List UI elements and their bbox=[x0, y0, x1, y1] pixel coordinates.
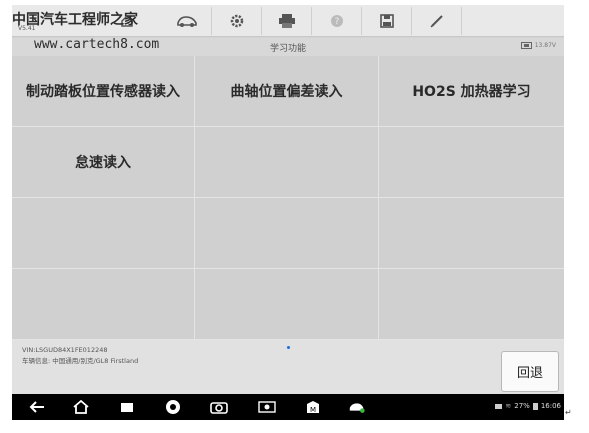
function-empty bbox=[195, 269, 379, 340]
message-icon bbox=[495, 403, 503, 409]
vci-icon[interactable]: M bbox=[304, 399, 322, 415]
back-arrow-icon[interactable] bbox=[28, 399, 46, 415]
back-button[interactable]: 回退 bbox=[501, 351, 559, 392]
function-crank-variation[interactable]: 曲轴位置偏差读入 bbox=[195, 56, 379, 127]
car-connect-icon[interactable] bbox=[348, 399, 366, 415]
gear-icon bbox=[230, 14, 243, 28]
screen-brightness-icon[interactable] bbox=[258, 399, 276, 415]
android-nav-bar: M ≋ 27% 16:06 bbox=[12, 394, 564, 420]
function-empty bbox=[12, 198, 195, 269]
settings-button[interactable] bbox=[212, 7, 262, 35]
battery-voltage: 13.87V bbox=[534, 42, 556, 49]
save-icon bbox=[379, 14, 394, 28]
watermark-title: 中国汽车工程师之家 bbox=[12, 12, 138, 28]
vehicle-info: 车辆信息: 中国通用/别克/GL8 Firstland bbox=[22, 357, 139, 365]
recent-apps-icon[interactable] bbox=[118, 399, 136, 415]
watermark-url: www.cartech8.com bbox=[34, 37, 160, 52]
function-empty bbox=[12, 269, 195, 340]
print-button[interactable] bbox=[262, 7, 312, 35]
function-empty bbox=[379, 198, 564, 269]
page-indicator bbox=[287, 346, 290, 349]
svg-text:?: ? bbox=[334, 17, 339, 27]
car-battery-icon bbox=[520, 42, 532, 49]
browser-icon[interactable] bbox=[164, 399, 182, 415]
status-area: ≋ 27% 16:06 bbox=[495, 402, 561, 410]
tablet-screen: V5.41 ? 中国汽车工程师之家 学习功能 13.87V www.cartec… bbox=[12, 5, 564, 420]
edit-button[interactable] bbox=[412, 7, 462, 35]
svg-text:M: M bbox=[310, 406, 316, 414]
function-empty bbox=[379, 269, 564, 340]
home-nav-icon[interactable] bbox=[72, 399, 90, 415]
function-empty bbox=[195, 127, 379, 198]
vehicle-button[interactable] bbox=[162, 7, 212, 35]
help-button[interactable]: ? bbox=[312, 7, 362, 35]
save-button[interactable] bbox=[362, 7, 412, 35]
top-toolbar: V5.41 ? 中国汽车工程师之家 bbox=[12, 5, 564, 37]
info-footer: VIN:LSGUD84X1FE012248 车辆信息: 中国通用/别克/GL8 … bbox=[12, 340, 564, 394]
function-ho2s-heater[interactable]: HO2S 加热器学习 bbox=[379, 56, 564, 127]
function-idle-learn[interactable]: 怠速读入 bbox=[12, 127, 195, 198]
paragraph-mark: ↵ bbox=[565, 408, 572, 417]
clock: 16:06 bbox=[540, 402, 561, 410]
battery-indicator: 13.87V bbox=[520, 42, 556, 49]
function-empty bbox=[195, 198, 379, 269]
function-brake-pedal-sensor[interactable]: 制动踏板位置传感器读入 bbox=[12, 56, 195, 127]
battery-percent: 27% bbox=[514, 402, 530, 410]
pen-icon bbox=[430, 15, 443, 28]
function-empty bbox=[379, 127, 564, 198]
printer-icon bbox=[278, 14, 295, 28]
battery-icon bbox=[532, 402, 538, 410]
camera-icon[interactable] bbox=[210, 399, 228, 415]
vehicle-icon bbox=[176, 16, 197, 27]
function-grid: 制动踏板位置传感器读入 曲轴位置偏差读入 HO2S 加热器学习 怠速读入 bbox=[12, 56, 564, 340]
wifi-icon: ≋ bbox=[505, 402, 512, 410]
vin-label: VIN:LSGUD84X1FE012248 bbox=[22, 346, 108, 354]
help-icon: ? bbox=[330, 15, 343, 27]
